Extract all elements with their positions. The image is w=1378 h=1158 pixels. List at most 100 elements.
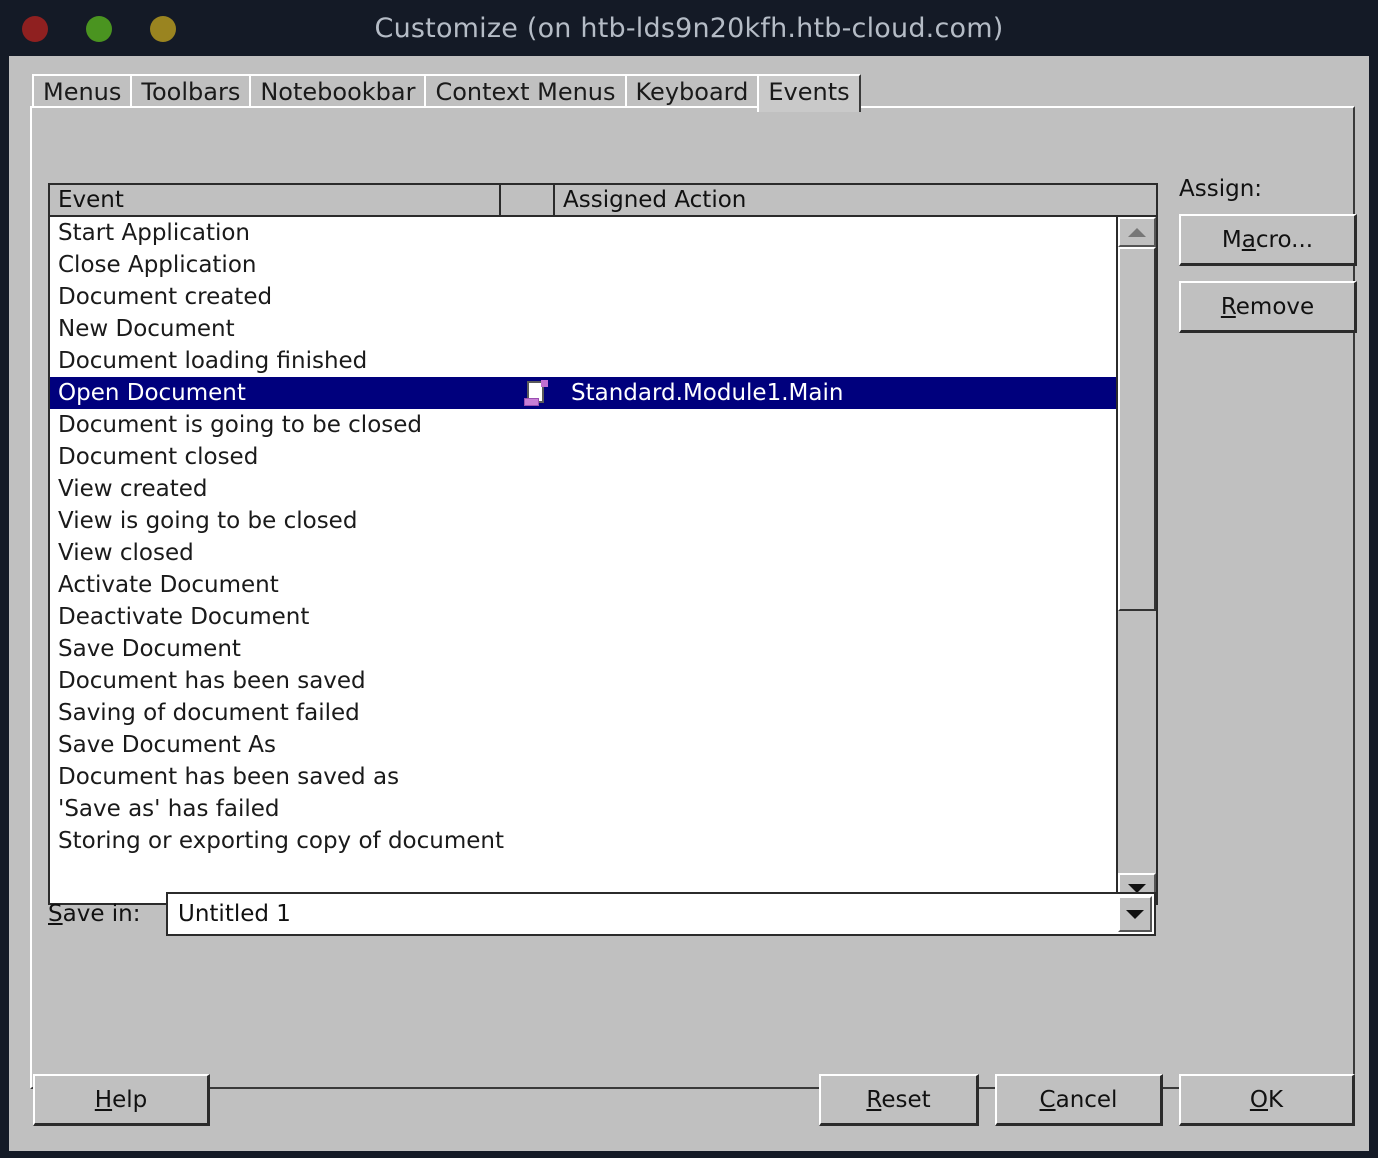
scrollbar-thumb[interactable] — [1118, 247, 1156, 611]
event-name-cell: Open Document — [58, 380, 246, 406]
chevron-down-glyph — [1126, 909, 1144, 919]
cancel-button-label: Cancel — [1039, 1086, 1118, 1113]
events-table-header: Event Assigned Action — [48, 183, 1158, 217]
event-name-cell: Start Application — [58, 220, 251, 246]
event-name-cell: Save Document — [58, 636, 241, 662]
macro-document-icon — [524, 380, 548, 406]
tab-keyboard-label: Keyboard — [635, 78, 749, 106]
help-button-label: Help — [94, 1086, 148, 1113]
event-name-cell: Document is going to be closed — [58, 412, 423, 438]
table-row[interactable]: Start Application — [50, 217, 1116, 249]
minimize-window-icon[interactable] — [86, 16, 112, 42]
ok-button-label: OK — [1249, 1086, 1284, 1113]
event-icon-cell — [509, 441, 563, 473]
event-name-cell: Close Application — [58, 252, 257, 278]
event-name-cell: Activate Document — [58, 572, 279, 598]
tab-strip: Menus Toolbars Notebookbar Context Menus… — [32, 72, 861, 112]
chevron-down-icon[interactable] — [1118, 896, 1152, 932]
tab-toolbars[interactable]: Toolbars — [130, 74, 252, 108]
assign-remove-button[interactable]: Remove — [1179, 281, 1357, 333]
event-icon-cell — [509, 281, 563, 313]
close-window-icon[interactable] — [22, 16, 48, 42]
tab-events[interactable]: Events — [757, 74, 861, 112]
events-list-scrollbar[interactable] — [1116, 217, 1156, 903]
dialog-body: Menus Toolbars Notebookbar Context Menus… — [6, 56, 1372, 1154]
table-row[interactable]: Document has been saved as — [50, 761, 1116, 793]
events-list-box[interactable]: Start Application Close Application Docume… — [48, 217, 1158, 905]
tab-context-menus-label: Context Menus — [435, 78, 616, 106]
reset-button[interactable]: Reset — [819, 1074, 979, 1126]
table-row[interactable]: Document created — [50, 281, 1116, 313]
event-icon-cell — [509, 697, 563, 729]
tab-notebookbar-label: Notebookbar — [260, 78, 416, 106]
event-icon-cell — [509, 313, 563, 345]
save-in-combobox[interactable]: Untitled 1 — [166, 892, 1156, 936]
tab-context-menus[interactable]: Context Menus — [424, 74, 627, 108]
event-icon-cell — [509, 729, 563, 761]
table-row[interactable]: New Document — [50, 313, 1116, 345]
table-row[interactable]: Document closed — [50, 441, 1116, 473]
event-name-cell: View closed — [58, 540, 194, 566]
table-row[interactable]: Close Application — [50, 249, 1116, 281]
event-icon-cell — [509, 825, 563, 857]
tab-notebookbar[interactable]: Notebookbar — [249, 74, 427, 108]
table-row[interactable]: Document is going to be closed — [50, 409, 1116, 441]
table-row[interactable]: Document loading finished — [50, 345, 1116, 377]
reset-button-label: Reset — [866, 1086, 931, 1113]
tab-keyboard[interactable]: Keyboard — [624, 74, 760, 108]
table-row[interactable]: View closed — [50, 537, 1116, 569]
event-name-cell: New Document — [58, 316, 235, 342]
event-icon-cell — [509, 633, 563, 665]
event-name-cell: Document loading finished — [58, 348, 368, 374]
window-title: Customize (on htb-lds9n20kfh.htb-cloud.c… — [374, 13, 1004, 44]
table-row[interactable]: 'Save as' has failed — [50, 793, 1116, 825]
save-in-value: Untitled 1 — [178, 901, 291, 927]
table-row[interactable]: View created — [50, 473, 1116, 505]
table-row[interactable]: View is going to be closed — [50, 505, 1116, 537]
maximize-window-icon[interactable] — [150, 16, 176, 42]
table-row[interactable]: Deactivate Document — [50, 601, 1116, 633]
table-row[interactable]: Storing or exporting copy of document — [50, 825, 1116, 857]
save-in-row: Save in: Untitled 1 — [48, 892, 1156, 936]
event-icon-cell — [509, 793, 563, 825]
column-header-assigned-action[interactable]: Assigned Action — [555, 185, 1156, 215]
event-name-cell: Deactivate Document — [58, 604, 310, 630]
tab-events-label: Events — [768, 78, 850, 106]
scroll-up-button[interactable] — [1118, 217, 1156, 247]
save-in-label: Save in: — [48, 901, 141, 927]
tab-menus[interactable]: Menus — [32, 74, 133, 108]
event-icon-cell — [509, 601, 563, 633]
table-row[interactable]: Save Document As — [50, 729, 1116, 761]
event-icon-cell — [509, 569, 563, 601]
event-name-cell: Document has been saved as — [58, 764, 400, 790]
table-row[interactable]: Document has been saved — [50, 665, 1116, 697]
table-row[interactable]: Saving of document failed — [50, 697, 1116, 729]
triangle-up-icon — [1128, 227, 1146, 237]
table-row[interactable]: Activate Document — [50, 569, 1116, 601]
event-name-cell: Document created — [58, 284, 273, 310]
table-row[interactable]: Open Document Standard.Module1.Main — [50, 377, 1116, 409]
event-icon-cell — [509, 409, 563, 441]
assigned-action-cell: Standard.Module1.Main — [571, 380, 844, 406]
tab-menus-label: Menus — [43, 78, 122, 106]
event-icon-cell — [509, 345, 563, 377]
event-icon-cell — [509, 665, 563, 697]
event-icon-cell — [509, 473, 563, 505]
cancel-button[interactable]: Cancel — [995, 1074, 1163, 1126]
event-icon-cell — [509, 537, 563, 569]
ok-button[interactable]: OK — [1179, 1074, 1355, 1126]
event-name-cell: Save Document As — [58, 732, 276, 758]
help-button[interactable]: Help — [33, 1074, 210, 1126]
assign-macro-button[interactable]: Macro... — [1179, 214, 1357, 266]
window-titlebar: Customize (on htb-lds9n20kfh.htb-cloud.c… — [0, 0, 1378, 58]
assign-macro-label: Macro... — [1221, 226, 1314, 253]
event-icon-cell — [509, 761, 563, 793]
event-icon-cell — [509, 249, 563, 281]
customize-dialog-window: Customize (on htb-lds9n20kfh.htb-cloud.c… — [0, 0, 1378, 1158]
table-row[interactable]: Save Document — [50, 633, 1116, 665]
column-header-event[interactable]: Event — [50, 185, 501, 215]
event-name-cell: Storing or exporting copy of document — [58, 828, 505, 854]
event-name-cell: Document has been saved — [58, 668, 366, 694]
assign-panel: Assign: Macro... Remove — [1179, 176, 1359, 348]
column-header-icon[interactable] — [501, 185, 555, 215]
